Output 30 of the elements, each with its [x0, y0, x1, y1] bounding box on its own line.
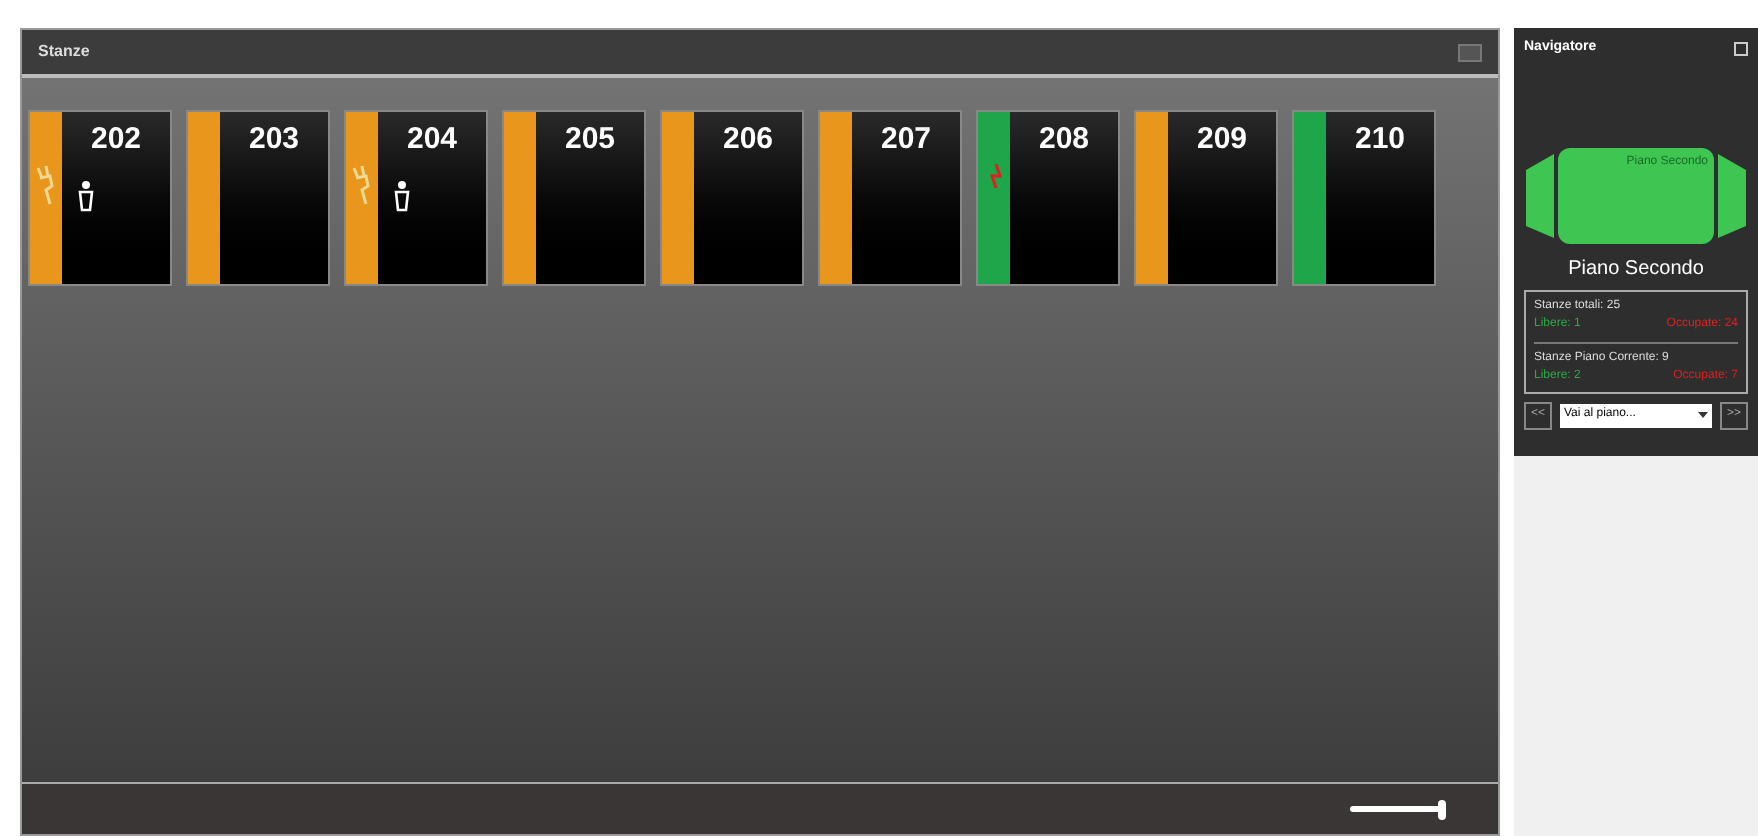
plug-icon — [350, 164, 374, 208]
room-number: 206 — [722, 120, 774, 160]
floor-name: Piano Secondo — [1566, 255, 1706, 283]
room-card[interactable]: 202 — [28, 110, 172, 286]
room-card[interactable]: 203 — [186, 110, 330, 286]
person-icon — [394, 180, 410, 212]
panel-title: Stanze — [38, 40, 90, 64]
room-number: 205 — [564, 120, 616, 160]
room-number: 204 — [406, 120, 458, 160]
room-number: 210 — [1354, 120, 1406, 160]
floor-side-shape[interactable] — [1718, 153, 1746, 237]
dropdown-caret-icon — [1698, 412, 1708, 418]
room-card[interactable]: 207 — [818, 110, 962, 286]
plug-icon — [34, 164, 58, 208]
zoom-slider[interactable] — [1350, 799, 1446, 819]
room-card[interactable]: 205 — [502, 110, 646, 286]
room-number: 208 — [1038, 120, 1090, 160]
alert-icon — [990, 164, 1002, 188]
room-card[interactable]: 206 — [660, 110, 804, 286]
floor-side-shape[interactable] — [1526, 153, 1554, 237]
room-card[interactable]: 210 — [1292, 110, 1436, 286]
room-number: 203 — [248, 120, 300, 160]
maximize-icon[interactable] — [1734, 41, 1748, 56]
room-card[interactable]: 209 — [1134, 110, 1278, 286]
room-number: 202 — [90, 120, 142, 160]
room-number: 209 — [1196, 120, 1248, 160]
room-card[interactable]: 208 — [976, 110, 1120, 286]
room-number: 207 — [880, 120, 932, 160]
person-icon — [78, 180, 94, 212]
room-card[interactable]: 204 — [344, 110, 488, 286]
